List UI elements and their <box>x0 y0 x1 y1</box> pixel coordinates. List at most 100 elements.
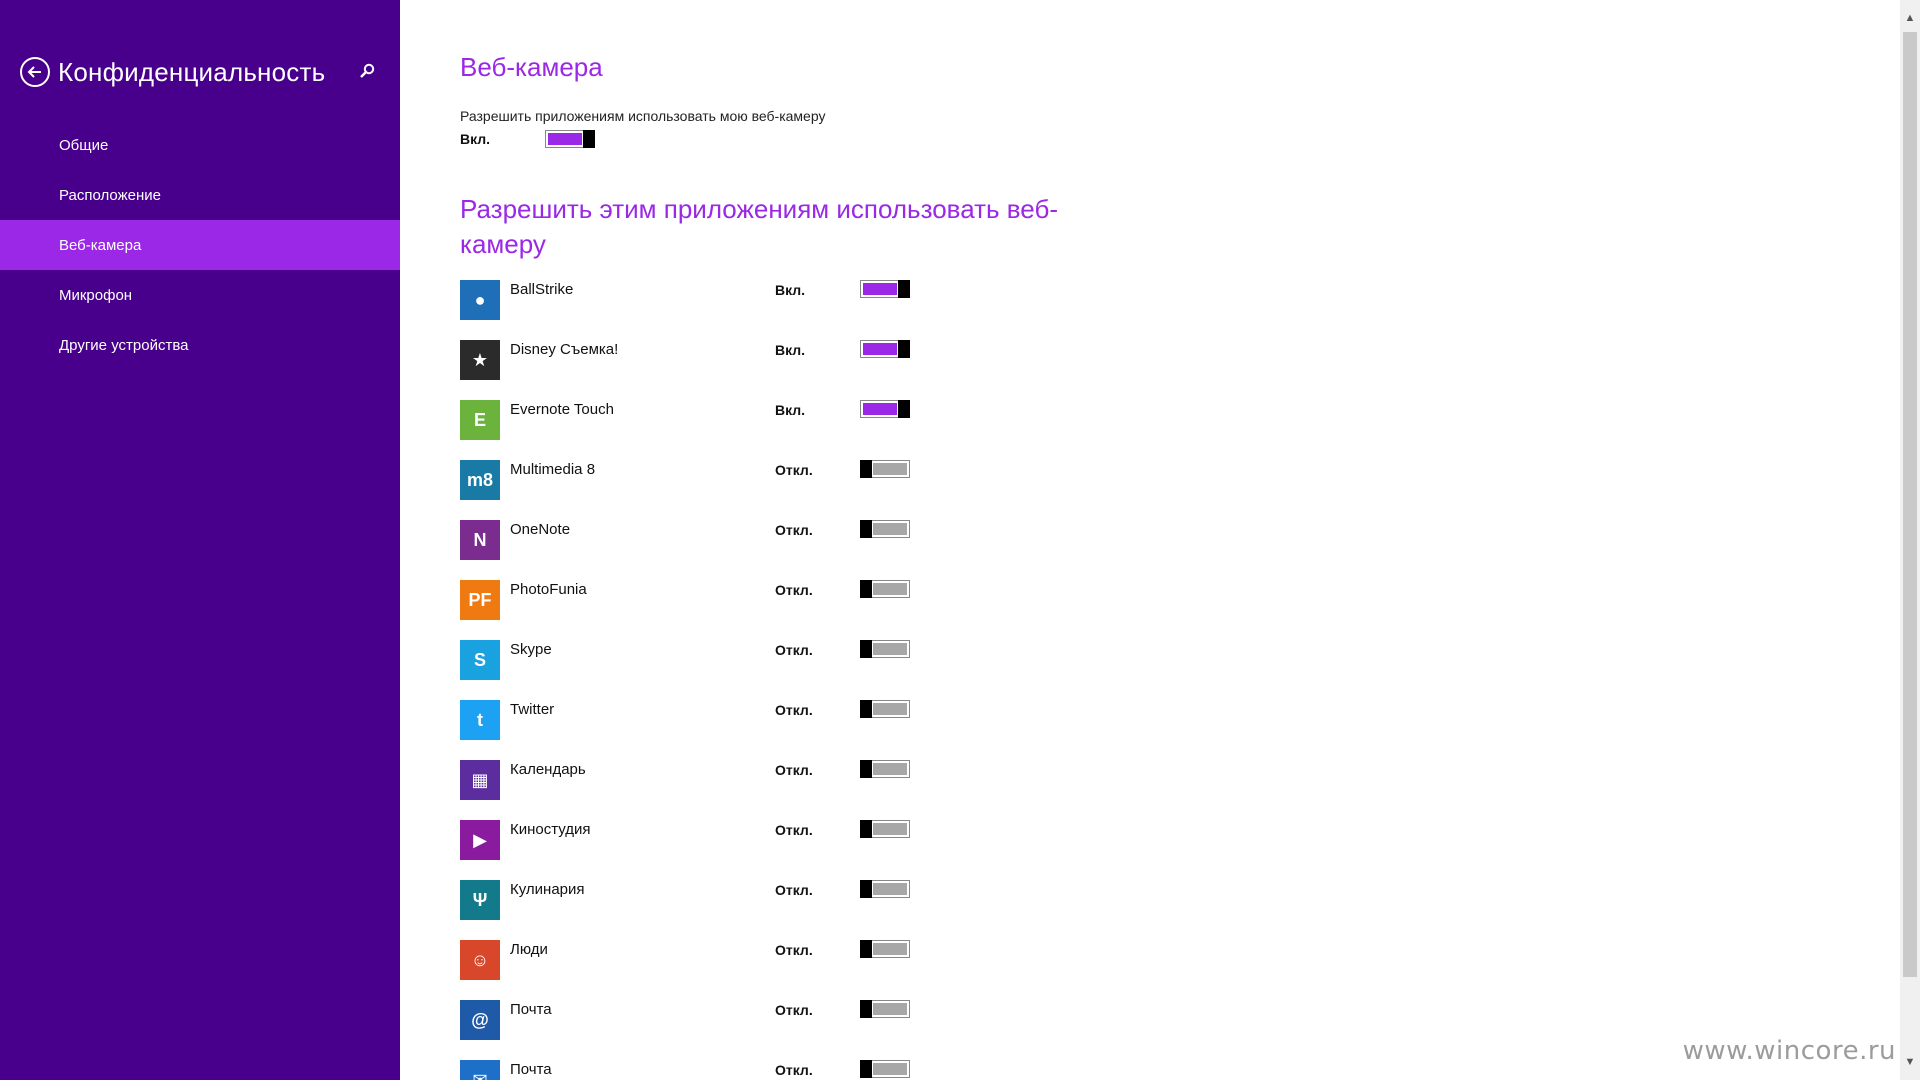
toggle-knob <box>898 400 910 418</box>
toggle-fill <box>873 1063 907 1075</box>
onenote-icon: N <box>460 520 500 560</box>
app-webcam-toggle[interactable] <box>860 1000 910 1018</box>
app-webcam-toggle[interactable] <box>860 400 910 418</box>
app-webcam-toggle[interactable] <box>860 280 910 298</box>
app-state-label: Откл. <box>775 522 813 538</box>
toggle-fill <box>873 1003 907 1015</box>
app-name: Киностудия <box>510 821 591 838</box>
app-name: BallStrike <box>510 281 574 298</box>
disney-icon: ★ <box>460 340 500 380</box>
app-name: Twitter <box>510 701 555 718</box>
app-webcam-toggle[interactable] <box>860 880 910 898</box>
app-webcam-toggle[interactable] <box>860 820 910 838</box>
app-row: ▦ Календарь Откл. <box>460 759 1060 819</box>
apps-heading: Разрешить этим приложениям использовать … <box>460 194 1058 259</box>
scroll-down-icon[interactable]: ▼ <box>1900 1052 1920 1072</box>
app-webcam-toggle[interactable] <box>860 460 910 478</box>
app-row: E Evernote Touch Вкл. <box>460 399 1060 459</box>
toggle-knob <box>860 700 872 718</box>
toggle-knob <box>860 940 872 958</box>
app-state-label: Откл. <box>775 882 813 898</box>
toggle-knob <box>860 760 872 778</box>
app-webcam-toggle[interactable] <box>860 940 910 958</box>
app-state-label: Откл. <box>775 702 813 718</box>
app-row: ☺ Люди Откл. <box>460 939 1060 999</box>
mail-envelope-icon: ✉ <box>460 1060 500 1080</box>
back-button[interactable] <box>20 57 50 87</box>
toggle-fill <box>873 643 907 655</box>
master-toggle-state: Вкл. <box>460 131 491 147</box>
sidebar-item-label: Расположение <box>59 186 161 204</box>
search-button[interactable] <box>356 60 378 82</box>
app-row: Ψ Кулинария Откл. <box>460 879 1060 939</box>
toggle-knob <box>860 880 872 898</box>
scrollbar-thumb[interactable] <box>1903 32 1917 977</box>
sidebar-item-general[interactable]: Общие <box>0 120 400 170</box>
toggle-fill <box>873 463 907 475</box>
settings-window: Конфиденциальность Общие Расположение Ве… <box>0 0 1920 1080</box>
app-state-label: Откл. <box>775 762 813 778</box>
mail-at-icon: @ <box>460 1000 500 1040</box>
app-webcam-toggle[interactable] <box>860 640 910 658</box>
app-name: Multimedia 8 <box>510 461 596 478</box>
multimedia-icon: m8 <box>460 460 500 500</box>
app-name: Люди <box>510 941 548 958</box>
app-state-label: Откл. <box>775 822 813 838</box>
twitter-icon: t <box>460 700 500 740</box>
app-name: OneNote <box>510 521 571 538</box>
app-state-label: Вкл. <box>775 282 806 298</box>
app-webcam-toggle[interactable] <box>860 580 910 598</box>
app-state-label: Откл. <box>775 462 813 478</box>
sidebar-item-microphone[interactable]: Микрофон <box>0 270 400 320</box>
scroll-up-icon[interactable]: ▲ <box>1900 8 1920 28</box>
app-webcam-toggle[interactable] <box>860 700 910 718</box>
toggle-knob <box>860 1000 872 1018</box>
toggle-knob <box>898 280 910 298</box>
sidebar-title: Конфиденциальность <box>58 56 326 87</box>
search-icon <box>360 63 375 78</box>
photofunia-icon: PF <box>460 580 500 620</box>
app-row: S Skype Откл. <box>460 639 1060 699</box>
app-name: Evernote Touch <box>510 401 614 418</box>
evernote-icon: E <box>460 400 500 440</box>
app-list: ● BallStrike Вкл. ★ Disney Съемка! Вкл. E Evern… <box>460 279 1060 1080</box>
webcam-master-toggle[interactable] <box>545 130 595 148</box>
movie-maker-icon: ▶ <box>460 820 500 860</box>
sidebar-item-other-devices[interactable]: Другие устройства <box>0 320 400 370</box>
toggle-knob <box>860 460 872 478</box>
toggle-fill <box>863 403 897 415</box>
app-row: ▶ Киностудия Откл. <box>460 819 1060 879</box>
sidebar-item-label: Общие <box>59 136 109 154</box>
app-state-label: Откл. <box>775 1062 813 1078</box>
sidebar-item-webcam[interactable]: Веб-камера <box>0 220 400 270</box>
toggle-fill <box>873 523 907 535</box>
people-icon: ☺ <box>460 940 500 980</box>
calendar-icon: ▦ <box>460 760 500 800</box>
app-row: @ Почта Откл. <box>460 999 1060 1059</box>
app-webcam-toggle[interactable] <box>860 1060 910 1078</box>
toggle-fill <box>548 133 582 145</box>
sidebar-item-label: Веб-камера <box>59 236 142 254</box>
toggle-knob <box>898 340 910 358</box>
toggle-fill <box>863 343 897 355</box>
toggle-knob <box>860 520 872 538</box>
toggle-knob <box>860 820 872 838</box>
toggle-knob <box>583 130 595 148</box>
back-arrow-icon <box>27 66 41 78</box>
app-state-label: Откл. <box>775 1002 813 1018</box>
sidebar-item-location[interactable]: Расположение <box>0 170 400 220</box>
app-webcam-toggle[interactable] <box>860 520 910 538</box>
app-webcam-toggle[interactable] <box>860 340 910 358</box>
app-state-label: Вкл. <box>775 402 806 418</box>
app-row: m8 Multimedia 8 Откл. <box>460 459 1060 519</box>
sidebar-item-label: Микрофон <box>59 286 133 304</box>
toggle-fill <box>873 943 907 955</box>
app-webcam-toggle[interactable] <box>860 760 910 778</box>
app-row: t Twitter Откл. <box>460 699 1060 759</box>
toggle-fill <box>873 703 907 715</box>
app-name: Календарь <box>510 761 586 778</box>
app-row: N OneNote Откл. <box>460 519 1060 579</box>
app-row: ✉ Почта Откл. <box>460 1059 1060 1080</box>
vertical-scrollbar[interactable]: ▲ ▼ <box>1900 0 1920 1080</box>
app-name: Disney Съемка! <box>510 341 619 358</box>
